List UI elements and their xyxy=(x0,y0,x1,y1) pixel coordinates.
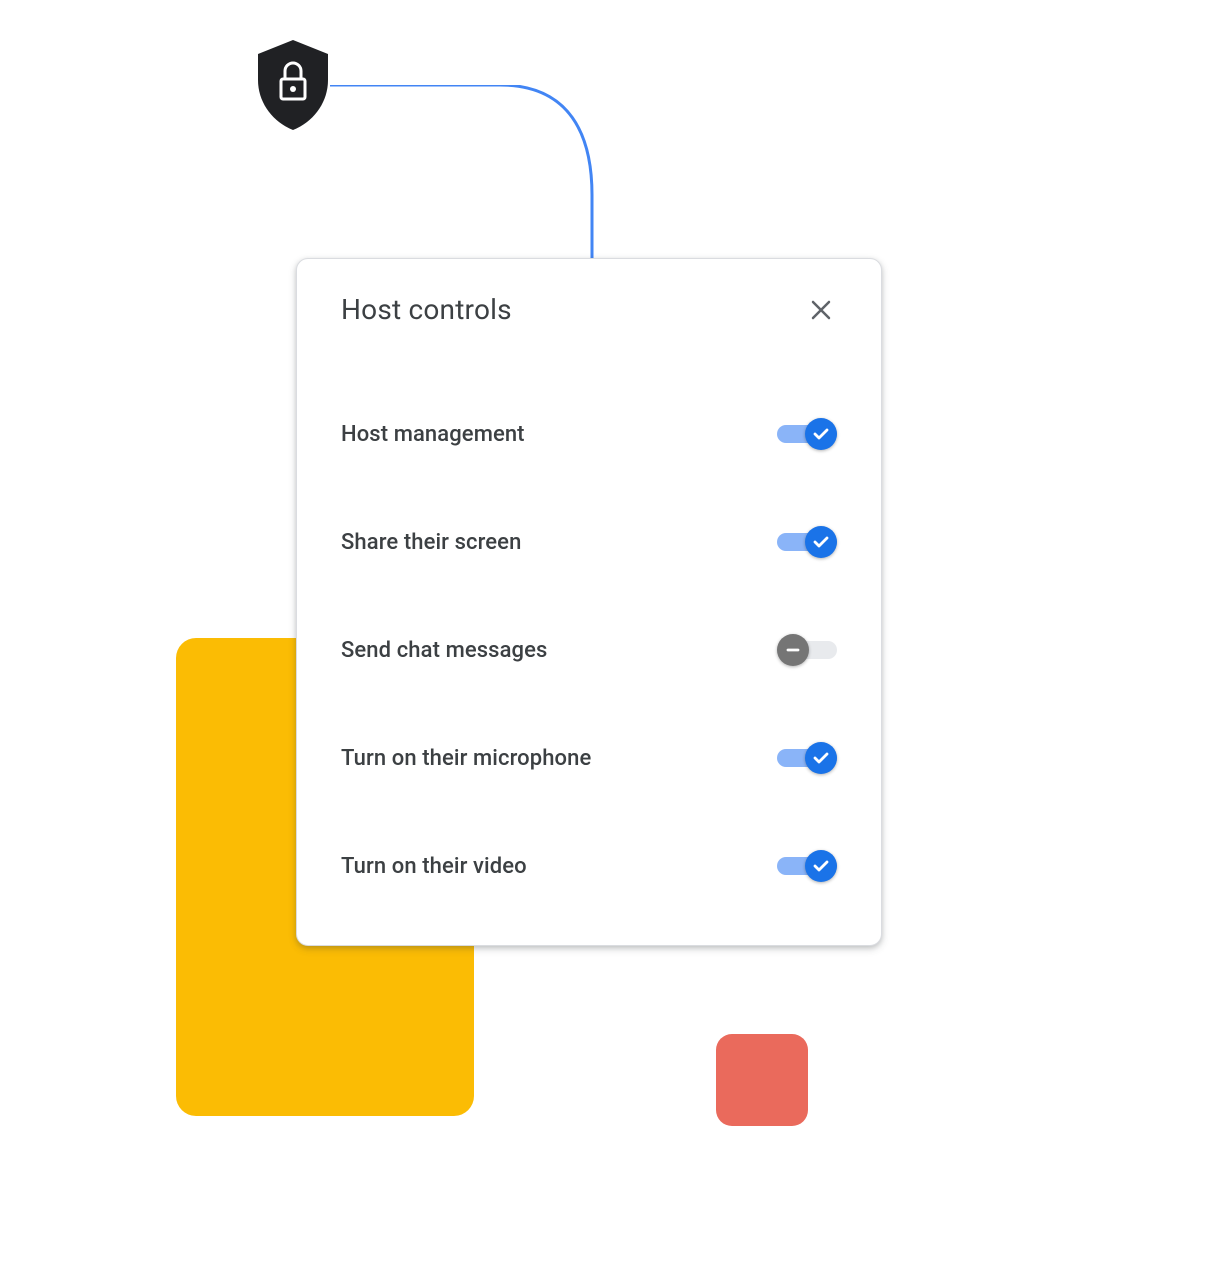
option-label: Share their screen xyxy=(341,530,521,555)
minus-icon xyxy=(784,641,802,659)
option-video: Turn on their video xyxy=(341,848,837,884)
red-decorative-block xyxy=(716,1034,808,1126)
option-send-chat: Send chat messages xyxy=(341,632,837,668)
host-controls-dialog: Host controls Host management Share thei… xyxy=(296,258,882,946)
check-icon xyxy=(812,425,830,443)
toggle-thumb xyxy=(777,634,809,666)
toggle-share-screen[interactable] xyxy=(777,526,837,558)
dialog-title: Host controls xyxy=(341,293,512,326)
connector-line xyxy=(330,85,620,285)
check-icon xyxy=(812,857,830,875)
option-share-screen: Share their screen xyxy=(341,524,837,560)
option-label: Send chat messages xyxy=(341,638,547,663)
option-microphone: Turn on their microphone xyxy=(341,740,837,776)
toggle-thumb xyxy=(805,742,837,774)
option-host-management: Host management xyxy=(341,416,837,452)
option-label: Turn on their video xyxy=(341,854,527,879)
toggle-host-management[interactable] xyxy=(777,418,837,450)
toggle-microphone[interactable] xyxy=(777,742,837,774)
toggle-send-chat[interactable] xyxy=(777,634,837,666)
toggle-thumb xyxy=(805,850,837,882)
close-button[interactable] xyxy=(805,294,837,326)
toggle-thumb xyxy=(805,526,837,558)
close-icon xyxy=(809,298,833,322)
option-label: Host management xyxy=(341,422,525,447)
check-icon xyxy=(812,533,830,551)
option-label: Turn on their microphone xyxy=(341,746,591,771)
check-icon xyxy=(812,749,830,767)
dialog-header: Host controls xyxy=(341,293,837,326)
toggle-video[interactable] xyxy=(777,850,837,882)
shield-lock-icon xyxy=(254,40,332,130)
toggle-thumb xyxy=(805,418,837,450)
